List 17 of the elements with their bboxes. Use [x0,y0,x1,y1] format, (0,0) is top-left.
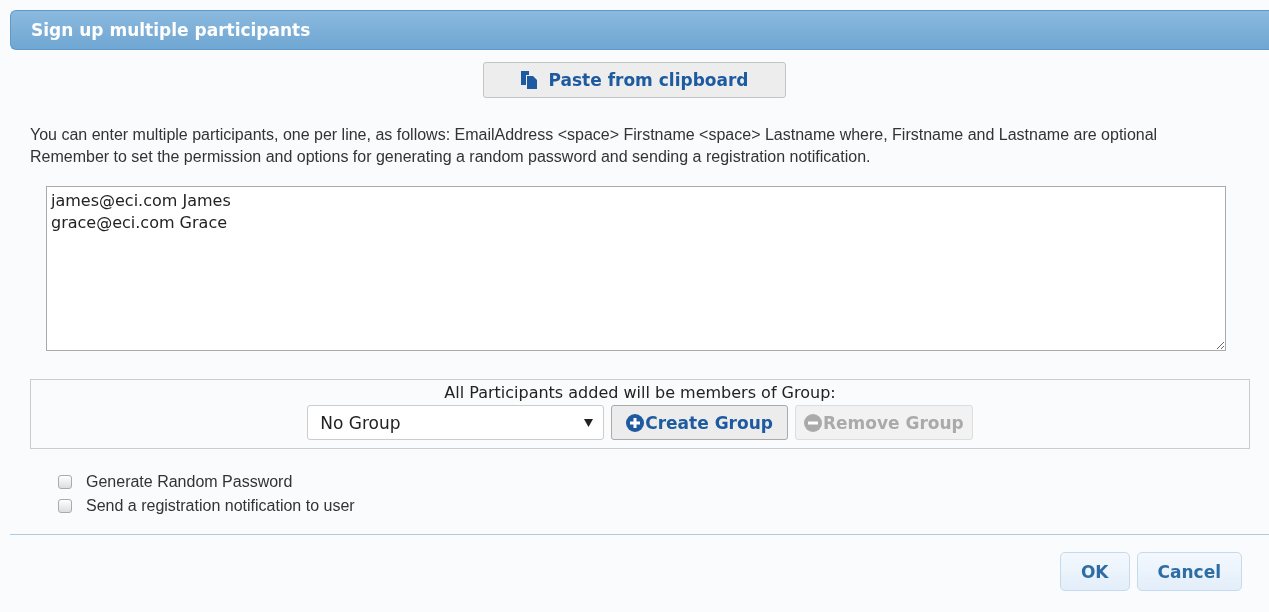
cancel-button[interactable]: Cancel [1136,552,1242,591]
option-label: Send a registration notification to user [86,497,355,515]
dialog-title: Sign up multiple participants [10,10,1269,50]
checkbox[interactable] [58,475,72,489]
dropdown-caret-icon [584,418,594,427]
minus-circle-icon [803,413,822,432]
plus-circle-icon [626,413,645,432]
paste-button[interactable]: Paste from clipboard [483,62,786,98]
option-label: Generate Random Password [86,473,293,491]
clipboard-icon [520,70,539,90]
group-caption: All Participants added will be members of Group: [444,382,836,404]
participants-field[interactable]: james@eci.com James grace@eci.com Grace [46,186,1226,351]
group-select[interactable]: No Group [307,405,605,440]
checkbox[interactable] [58,499,72,513]
create-group-button[interactable]: Create Group [611,405,788,440]
instructions-text: You can enter multiple participants, one per line, as follows: EmailAddress <space> Firstname <space> Lastname where, Firstname and Lastname are optional Remember to set the permission and options for generating a random password and sending a registration notification. [30,125,1159,167]
ok-button[interactable]: OK [1059,552,1130,591]
